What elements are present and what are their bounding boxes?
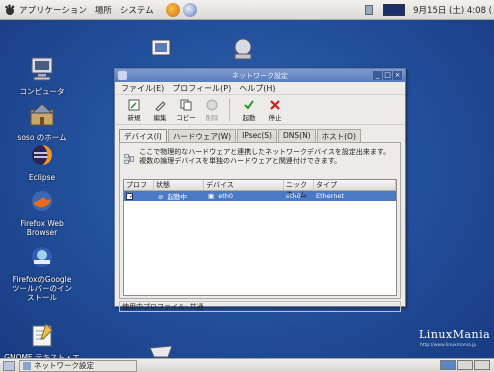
device-list: プロフ 状態 デバイス ニックネーム タイプ ✓ ⊘ 起動中 ▣ eth0 et… xyxy=(123,179,397,296)
clock[interactable]: 9月15日 (土) 4:08 ( xyxy=(413,4,492,16)
deactivate-button[interactable]: 停止 xyxy=(262,98,288,122)
copy-button[interactable]: コピー xyxy=(173,98,199,122)
close-button[interactable]: × xyxy=(393,71,402,80)
places-menu[interactable]: 場所 xyxy=(95,4,112,16)
workspace-2[interactable] xyxy=(457,360,473,370)
device-name: eth0 xyxy=(218,192,234,200)
window-menubar: ファイル(E) プロフィール(P) ヘルプ(H) xyxy=(115,82,405,95)
profile-checkbox[interactable]: ✓ xyxy=(126,192,133,200)
network-configuration-window: ネットワーク設定 _ □ × ファイル(E) プロフィール(P) ヘルプ(H) … xyxy=(114,68,406,312)
taskbar-item-network-config[interactable]: ネットワーク設定 xyxy=(19,359,137,372)
window-toolbar: 新規 編集 コピー 削除 起動 停止 xyxy=(115,95,405,125)
table-row[interactable]: ✓ ⊘ 起動中 ▣ eth0 eth0 Ethernet xyxy=(124,191,396,201)
network-drive-icon[interactable] xyxy=(230,36,256,62)
activate-button[interactable]: 起動 xyxy=(236,98,262,122)
toolbar-separator xyxy=(229,99,230,121)
network-device-icon xyxy=(124,154,134,164)
home-folder-icon xyxy=(30,103,54,126)
stop-x-icon xyxy=(270,99,280,110)
firefox-launcher-icon[interactable] xyxy=(165,2,180,17)
bottom-panel: ネットワーク設定 xyxy=(0,358,494,372)
desktop-icon-label: soso のホーム xyxy=(17,133,67,142)
status-bar: 使用中プロファイル: 共通 xyxy=(119,301,401,312)
desktop-icon-label: Eclipse xyxy=(28,173,56,182)
desktop-icon-eclipse[interactable]: Eclipse xyxy=(4,142,80,182)
menu-help[interactable]: ヘルプ(H) xyxy=(239,83,275,94)
tab-dns[interactable]: DNS(N) xyxy=(278,129,316,142)
trash-icon[interactable] xyxy=(148,344,174,358)
gnome-foot-icon xyxy=(5,4,15,15)
workspace-switcher xyxy=(439,360,490,370)
menu-file[interactable]: ファイル(E) xyxy=(121,83,164,94)
update-notifier-icon[interactable] xyxy=(383,4,406,16)
network-status-icon[interactable] xyxy=(365,5,374,15)
edit-icon xyxy=(155,100,166,111)
tab-hosts[interactable]: ホスト(O) xyxy=(316,129,361,142)
menu-profile[interactable]: プロフィール(P) xyxy=(172,83,231,94)
check-icon xyxy=(244,99,254,110)
minimize-button[interactable]: _ xyxy=(373,71,382,80)
tab-ipsec[interactable]: IPsec(S) xyxy=(237,129,277,142)
text-editor-icon xyxy=(32,323,53,347)
desktop-icon-computer[interactable]: コンピュータ xyxy=(4,56,80,96)
system-menu[interactable]: システム xyxy=(120,4,154,16)
device-status: 起動中 xyxy=(167,193,188,201)
column-header-status[interactable]: 状態 xyxy=(154,180,204,190)
column-header-profile[interactable]: プロフ xyxy=(124,180,154,190)
tab-hardware[interactable]: ハードウェア(W) xyxy=(167,129,237,142)
column-header-device[interactable]: デバイス xyxy=(204,180,284,190)
top-panel: アプリケーション 場所 システム 9月15日 (土) 4:08 ( xyxy=(0,0,494,20)
copy-icon xyxy=(180,99,192,110)
devices-panel: ここで物理的なハードウェアと連携したネットワークデバイスを設定出来ます。複数の論… xyxy=(119,142,401,299)
column-header-nickname[interactable]: ニックネーム xyxy=(284,180,314,199)
desktop-icon-home[interactable]: soso のホーム xyxy=(4,102,80,142)
applications-menu[interactable]: アプリケーション xyxy=(19,4,87,16)
device-type: Ethernet xyxy=(316,192,344,200)
delete-icon xyxy=(206,99,218,110)
computer-icon xyxy=(31,57,53,81)
taskbar-item-label: ネットワーク設定 xyxy=(34,361,94,370)
workspace-3[interactable] xyxy=(474,360,490,370)
delete-button[interactable]: 削除 xyxy=(199,98,225,122)
device-nickname: eth0 xyxy=(286,192,301,200)
watermark-logo: LinuxMania xyxy=(419,328,491,341)
network-config-task-icon xyxy=(23,361,31,370)
workspace-1[interactable] xyxy=(440,360,456,370)
desktop-icon-label: FirefoxのGoogle ツールバーのインストール xyxy=(12,275,72,302)
desktop-icon-label: コンピュータ xyxy=(19,87,65,96)
evolution-launcher-icon[interactable] xyxy=(182,2,197,17)
maximize-button[interactable]: □ xyxy=(383,71,392,80)
column-header-type[interactable]: タイプ xyxy=(314,180,396,190)
window-titlebar[interactable]: ネットワーク設定 _ □ × xyxy=(115,69,405,82)
edit-button[interactable]: 編集 xyxy=(147,98,173,122)
firefox-icon xyxy=(32,191,52,211)
watermark-url: http://www.linuxmania.jp xyxy=(420,343,477,348)
devices-description: ここで物理的なハードウェアと連携したネットワークデバイスを設定出来ます。複数の論… xyxy=(139,148,391,165)
eclipse-icon xyxy=(32,145,52,165)
status-active-icon: ⊘ xyxy=(158,193,166,201)
new-button[interactable]: 新規 xyxy=(121,98,147,122)
google-toolbar-icon xyxy=(32,247,52,267)
new-document-icon xyxy=(128,99,140,110)
tab-devices[interactable]: デバイス(I) xyxy=(119,129,167,142)
picture-file-icon[interactable] xyxy=(150,38,172,58)
desktop-icon-label: Firefox Web Browser xyxy=(20,219,64,237)
ethernet-card-icon: ▣ xyxy=(208,192,217,200)
show-desktop-button[interactable] xyxy=(3,360,15,371)
desktop-icon-firefox[interactable]: Firefox Web Browser xyxy=(4,188,80,237)
window-title: ネットワーク設定 xyxy=(232,71,288,80)
tab-bar: デバイス(I) ハードウェア(W) IPsec(S) DNS(N) ホスト(O) xyxy=(119,129,405,142)
desktop-icon-text-editor[interactable]: GNOME テキスト・エ xyxy=(4,322,80,362)
desktop-icon-google-toolbar[interactable]: FirefoxのGoogle ツールバーのインストール xyxy=(4,244,80,302)
